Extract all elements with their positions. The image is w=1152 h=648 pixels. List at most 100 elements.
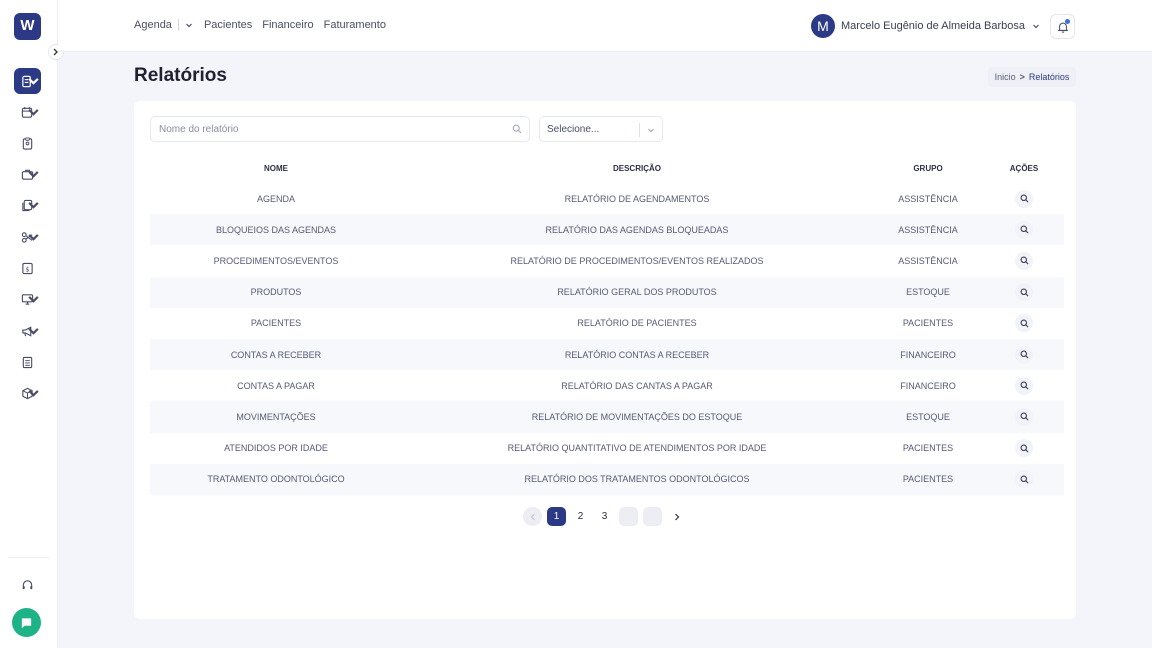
sidebar-item-calendar[interactable] [14,101,41,123]
view-report-button[interactable] [1015,470,1033,489]
chevron-down-icon [28,78,39,85]
group-select-value: Selecione... [547,123,600,135]
cell-nome: PACIENTES [250,318,302,329]
cell-nome: CONTAS A PAGAR [237,380,315,391]
column-header-nome[interactable]: NOME [150,153,402,183]
page-3-button[interactable]: 3 [595,507,614,526]
book-icon [22,356,33,368]
cell-descricao: RELATÓRIO DOS TRATAMENTOS ODONTOLÓGICOS [402,463,872,495]
view-report-button[interactable] [1015,283,1033,302]
nav-financeiro[interactable]: Financeiro [262,19,313,31]
cell-acoes [984,463,1064,495]
view-report-button[interactable] [1015,251,1033,270]
search-icon [1020,444,1028,453]
pagination: 1 2 3 [523,507,691,526]
breadcrumb-separator: > [1019,72,1025,82]
table-row: CONTAS A PAGAR RELATÓRIO DAS CANTAS A PAG… [150,370,1064,401]
breadcrumb-current: Relatórios [1028,72,1070,82]
support-button[interactable] [14,574,41,596]
view-report-button[interactable] [1015,314,1033,333]
search-icon [1020,194,1028,203]
cell-nome: BLOQUEIOS DAS AGENDAS [150,214,402,246]
column-header-acoes: AÇÕES [1009,163,1039,173]
view-report-button[interactable] [1015,345,1033,364]
top-bar: Agenda Pacientes Financeiro Faturamento … [58,0,1152,52]
table-row: TRATAMENTO ODONTOLÓGICO RELATÓRIO DOS TRA… [150,463,1064,495]
cell-grupo: PACIENTES [902,318,954,329]
table-row: PROCEDIMENTOS/EVENTOS RELATÓRIO DE PROCED… [150,245,1064,276]
cell-descricao: RELATÓRIO DE PACIENTES [577,318,697,329]
cell-acoes [984,183,1064,214]
cell-grupo: ASSISTÊNCIA [898,193,958,204]
clipboard-icon [22,136,33,150]
user-menu[interactable]: M Marcelo Eugênio de Almeida Barbosa [810,14,1040,38]
page-button-empty[interactable] [619,507,638,526]
chevron-down-icon [1033,24,1039,29]
cell-descricao: RELATÓRIO QUANTITATIVO DE ATENDIMENTOS P… [507,443,767,454]
nav-agenda[interactable]: Agenda [134,19,172,31]
cell-acoes [984,245,1064,276]
view-report-button[interactable] [1015,189,1033,208]
sidebar-item-clipboard[interactable] [14,132,41,154]
money-icon: $ [22,262,33,274]
cell-nome: MOVIMENTAÇÕES [150,401,402,433]
sidebar-item-tooth[interactable] [14,226,41,248]
cell-grupo: PACIENTES [872,463,984,495]
cell-descricao: RELATÓRIO DAS CANTAS A PAGAR [561,380,713,391]
sidebar-item-marketing[interactable] [14,320,41,342]
chevron-down-icon [28,202,39,209]
cell-nome: PRODUTOS [150,276,402,308]
breadcrumb-home[interactable]: Inicio [995,72,1016,82]
headset-icon [22,579,33,589]
chevron-down-icon [28,296,39,303]
chevron-down-icon[interactable] [185,21,193,29]
avatar: M [810,14,835,38]
sidebar-item-briefcase[interactable] [14,163,41,185]
cell-acoes [984,433,1064,464]
page-1-button[interactable]: 1 [547,507,566,526]
sidebar-item-reports[interactable] [14,68,41,94]
page-2-button[interactable]: 2 [571,507,590,526]
chat-button[interactable] [12,608,41,637]
svg-text:$: $ [25,265,29,273]
column-header-grupo[interactable]: GRUPO [872,153,984,183]
search-placeholder: Nome do relatório [159,123,239,135]
cell-grupo: ESTOQUE [872,276,984,308]
reports-table: NOME DESCRIÇÃO GRUPO AÇÕES AGENDA RELATÓR… [150,153,1064,495]
notifications-button[interactable] [1050,14,1075,39]
view-report-button[interactable] [1015,407,1033,426]
table-row: ATENDIDOS POR IDADE RELATÓRIO QUANTITATIV… [150,433,1064,464]
sidebar-divider [8,557,49,558]
search-icon [1020,381,1028,390]
view-report-button[interactable] [1015,439,1033,458]
cell-grupo: ASSISTÊNCIA [872,214,984,246]
page-button-empty[interactable] [643,507,662,526]
cell-descricao: RELATÓRIO CONTAS A RECEBER [402,338,872,371]
sidebar-item-finance[interactable]: $ [14,257,41,279]
cell-descricao: RELATÓRIO DE PROCEDIMENTOS/EVENTOS REALI… [510,255,764,266]
chevron-left-icon [530,513,535,520]
nav-faturamento[interactable]: Faturamento [324,19,386,31]
view-report-button[interactable] [1015,376,1033,395]
cell-acoes [984,214,1064,246]
cell-acoes [984,370,1064,401]
sidebar-item-records[interactable] [14,351,41,373]
next-page-button[interactable] [667,507,686,526]
cell-nome: ATENDIDOS POR IDADE [224,443,328,454]
prev-page-button[interactable] [523,507,542,526]
chevron-right-icon [674,513,679,520]
sidebar: W $ [0,0,64,648]
sidebar-item-monitor[interactable] [14,288,41,310]
table-row: PACIENTES RELATÓRIO DE PACIENTES PACIENTES [150,308,1064,339]
group-select[interactable]: Selecione... [539,116,663,142]
chevron-down-icon [28,109,39,116]
sidebar-item-documents[interactable] [14,194,41,216]
report-search-input[interactable]: Nome do relatório [150,116,530,142]
cell-acoes [984,338,1064,371]
column-header-descricao[interactable]: DESCRIÇÃO [402,153,872,183]
app-logo[interactable]: W [14,13,41,40]
sidebar-item-stock[interactable] [14,382,41,404]
nav-pacientes[interactable]: Pacientes [204,19,252,31]
view-report-button[interactable] [1015,220,1033,239]
chat-icon [21,618,32,629]
